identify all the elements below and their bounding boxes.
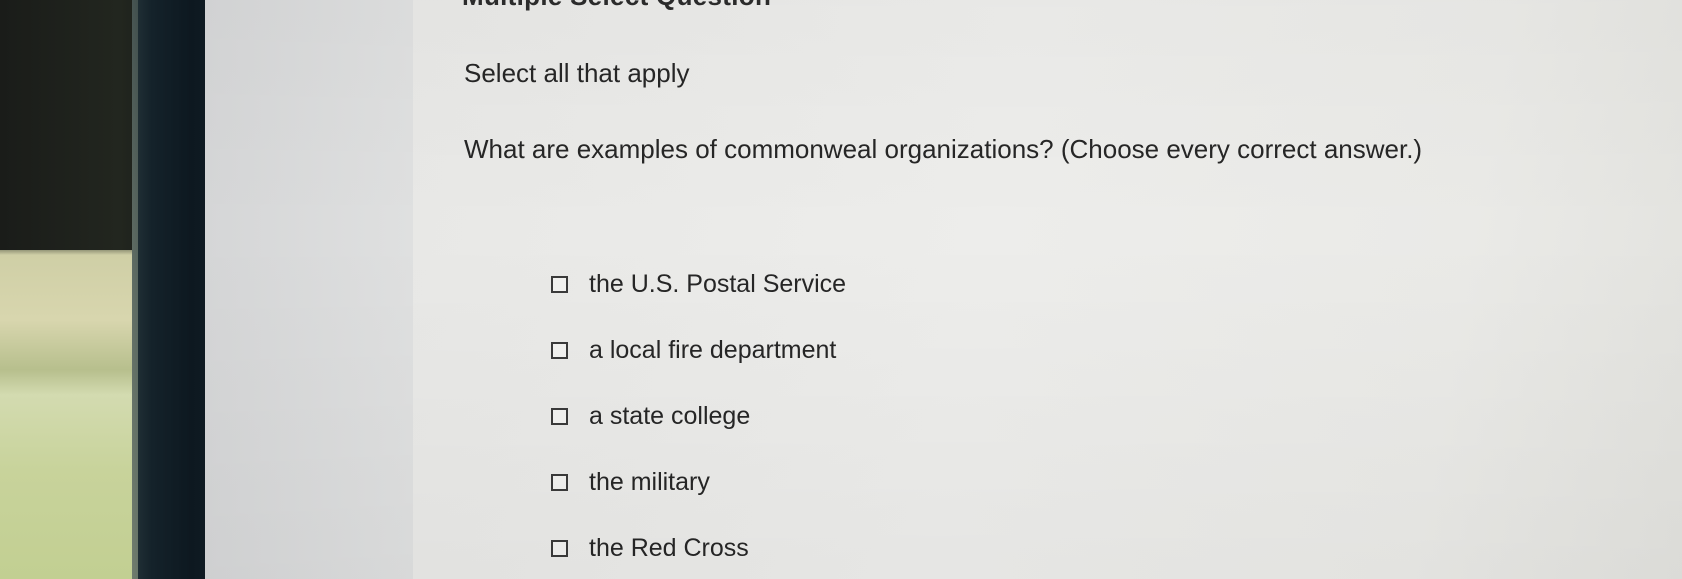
- answer-option[interactable]: a local fire department: [551, 336, 836, 365]
- monitor-bezel-edge: [132, 0, 138, 579]
- answer-option[interactable]: the Red Cross: [551, 534, 749, 563]
- question-prompt: What are examples of commonweal organiza…: [464, 134, 1423, 164]
- option-label: the Red Cross: [589, 534, 749, 562]
- instruction-text: Select all that apply: [464, 58, 690, 88]
- answer-option[interactable]: a state college: [551, 402, 750, 431]
- photo-scene: Multiple Select Question Select all that…: [0, 0, 1682, 579]
- option-label: a local fire department: [589, 336, 837, 364]
- question-type-heading: Multiple Select Question: [462, 0, 771, 12]
- answer-option[interactable]: the U.S. Postal Service: [551, 270, 846, 299]
- checkbox[interactable]: [551, 276, 568, 293]
- checkbox[interactable]: [551, 474, 568, 491]
- checkbox[interactable]: [551, 342, 568, 359]
- left-sidebar-panel: [205, 0, 413, 579]
- dark-background-area: [0, 0, 150, 250]
- option-label: a state college: [589, 402, 751, 430]
- checkbox[interactable]: [551, 408, 568, 425]
- checkbox[interactable]: [551, 540, 568, 557]
- option-label: the U.S. Postal Service: [589, 270, 847, 298]
- option-label: the military: [589, 468, 710, 496]
- answer-option[interactable]: the military: [551, 468, 710, 497]
